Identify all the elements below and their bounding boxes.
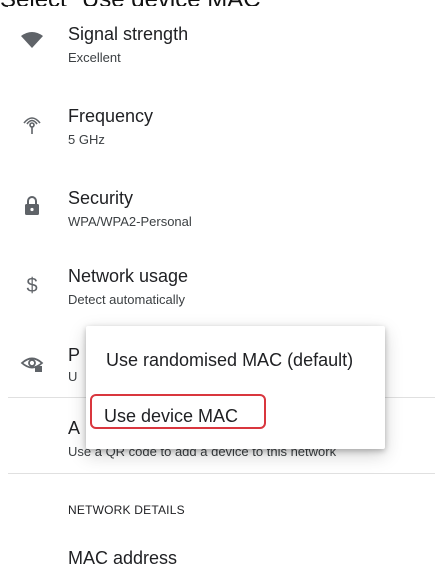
privacy-eye-icon bbox=[20, 351, 44, 375]
row-title: Frequency bbox=[68, 106, 154, 126]
row-subtitle: U bbox=[68, 369, 78, 384]
dollar-icon: $ bbox=[26, 274, 38, 297]
row-title: P bbox=[68, 345, 81, 365]
row-subtitle: Excellent bbox=[68, 50, 121, 65]
row-subtitle: Detect automatically bbox=[68, 292, 186, 307]
frequency-icon bbox=[20, 112, 44, 136]
row-mac-address[interactable]: MAC address bbox=[8, 546, 435, 564]
option-use-randomised-mac[interactable]: Use randomised MAC (default) bbox=[106, 350, 353, 371]
mac-type-popup-menu: Use randomised MAC (default) Use device … bbox=[86, 326, 385, 449]
row-title: Signal strength bbox=[68, 24, 189, 44]
highlight-box bbox=[90, 394, 266, 429]
row-title: MAC address bbox=[68, 548, 178, 564]
row-title: Network usage bbox=[68, 266, 189, 286]
divider bbox=[8, 473, 435, 474]
row-title: Security bbox=[68, 188, 134, 208]
row-frequency[interactable]: Frequency 5 GHz bbox=[8, 104, 435, 164]
row-network-usage[interactable]: $ Network usage Detect automatically bbox=[8, 266, 435, 326]
row-security[interactable]: Security WPA/WPA2-Personal bbox=[8, 186, 435, 246]
row-subtitle: WPA/WPA2-Personal bbox=[68, 214, 192, 229]
row-title: A bbox=[68, 418, 81, 438]
lock-icon bbox=[20, 194, 44, 218]
section-header-network-details: NETWORK DETAILS bbox=[68, 503, 185, 517]
wifi-network-details-screen: Signal strength Excellent Frequency 5 GH… bbox=[8, 6, 435, 564]
row-subtitle: 5 GHz bbox=[68, 132, 105, 147]
row-signal-strength[interactable]: Signal strength Excellent bbox=[8, 20, 435, 80]
wifi-signal-icon bbox=[20, 28, 44, 52]
